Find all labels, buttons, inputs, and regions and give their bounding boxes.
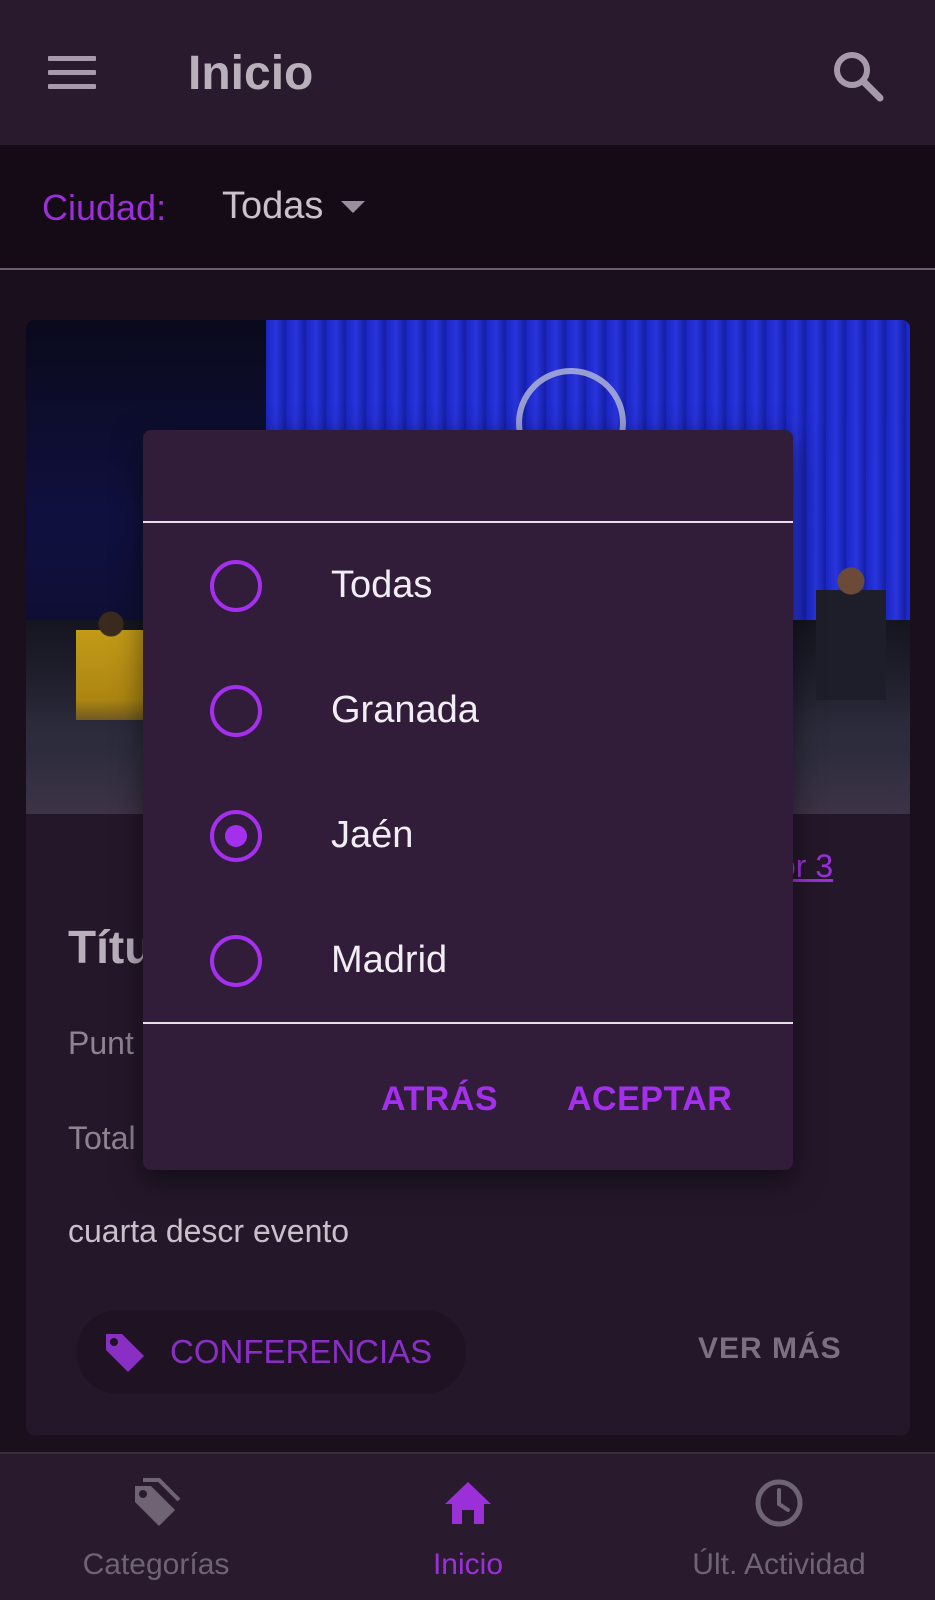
search-icon[interactable]: [830, 48, 884, 102]
radio-jaen[interactable]: [210, 810, 262, 862]
radio-todas[interactable]: [210, 560, 262, 612]
nav-label-categorias: Categorías: [82, 1548, 230, 1581]
event-description: cuarta descr evento: [68, 1213, 350, 1249]
event-total-text: Total: [68, 1120, 136, 1156]
event-score-text: Punt: [68, 1025, 134, 1061]
nav-item-ult-actividad[interactable]: Últ. Actividad: [623, 1454, 935, 1600]
city-filter-label: Ciudad:: [42, 187, 167, 228]
nav-item-categorias[interactable]: Categorías: [0, 1454, 312, 1600]
category-chip-label: CONFERENCIAS: [170, 1333, 433, 1370]
event-title: Títu: [68, 921, 153, 973]
option-todas[interactable]: Todas: [143, 524, 793, 649]
radio-granada[interactable]: [210, 685, 262, 737]
back-button[interactable]: ATRÁS: [381, 1080, 498, 1119]
home-icon: [445, 1482, 491, 1524]
option-jaen[interactable]: Jaén: [143, 774, 793, 899]
city-select-dropdown[interactable]: Todas: [222, 185, 366, 228]
category-chip[interactable]: CONFERENCIAS: [76, 1310, 466, 1394]
option-label-granada: Granada: [331, 689, 479, 731]
dialog-divider-top: [143, 521, 793, 523]
option-label-madrid: Madrid: [331, 939, 448, 981]
dropdown-caret-icon: [341, 200, 366, 213]
option-granada[interactable]: Granada: [143, 649, 793, 774]
page-title: Inicio: [188, 47, 314, 100]
menu-icon[interactable]: [48, 56, 96, 90]
accept-button[interactable]: ACEPTAR: [567, 1080, 732, 1119]
bottom-navigation: Categorías Inicio Últ. Actividad: [0, 1452, 935, 1600]
app-bar: Inicio: [0, 0, 935, 145]
nav-label-inicio: Inicio: [432, 1548, 504, 1581]
tag-icon: [106, 1334, 144, 1372]
option-label-jaen: Jaén: [331, 814, 414, 856]
city-select-value: Todas: [222, 185, 324, 227]
ver-mas-button[interactable]: VER MÁS: [698, 1332, 842, 1366]
nav-label-ult-actividad: Últ. Actividad: [692, 1548, 866, 1581]
option-madrid[interactable]: Madrid: [143, 899, 793, 1024]
city-filter-bar: Ciudad: Todas: [0, 145, 935, 270]
nav-item-inicio[interactable]: Inicio: [312, 1454, 624, 1600]
city-select-dialog: Todas Granada Jaén Madrid ATRÁS ACEPTAR: [143, 430, 793, 1170]
dialog-divider-bottom: [143, 1022, 793, 1024]
option-label-todas: Todas: [331, 564, 433, 606]
clock-icon: [755, 1479, 803, 1527]
radio-madrid[interactable]: [210, 935, 262, 987]
tags-icon: [135, 1478, 181, 1526]
